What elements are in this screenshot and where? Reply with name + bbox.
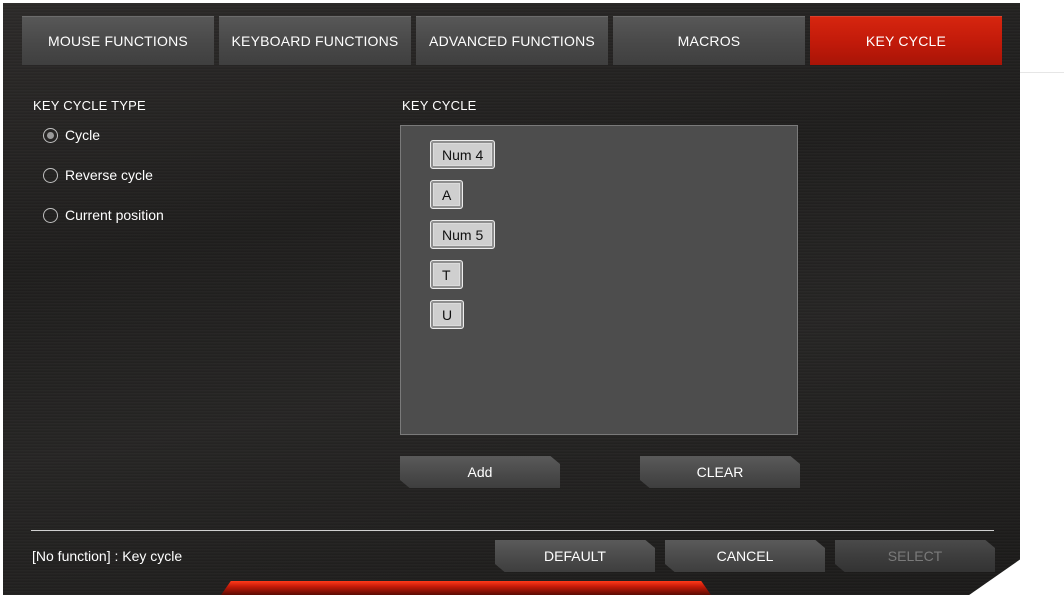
radio-option-current-position[interactable]: Current position (43, 207, 164, 223)
tab-keyboard-functions[interactable]: KEYBOARD FUNCTIONS (219, 16, 411, 65)
radio-option-label: Cycle (65, 127, 101, 143)
tab-key-cycle[interactable]: KEY CYCLE (810, 16, 1002, 65)
key-cap[interactable]: U (430, 300, 465, 329)
radio-button-icon[interactable] (43, 207, 58, 223)
clear-button[interactable]: CLEAR (640, 456, 800, 488)
radio-option-label: Current position (65, 207, 164, 223)
outer-divider-line (1020, 72, 1064, 73)
key-cap[interactable]: T (430, 260, 463, 289)
key-cycle-dialog: MOUSE FUNCTIONS KEYBOARD FUNCTIONS ADVAN… (3, 3, 1020, 595)
radio-button-icon[interactable] (43, 127, 58, 143)
add-button[interactable]: Add (400, 456, 560, 488)
radio-option-label: Reverse cycle (65, 167, 153, 183)
key-cycle-list[interactable]: Num 4 A Num 5 T U (400, 125, 798, 435)
key-cap[interactable]: Num 4 (430, 140, 496, 169)
radio-option-cycle[interactable]: Cycle (43, 127, 100, 143)
status-text: [No function] : Key cycle (32, 548, 183, 564)
key-cycle-heading: KEY CYCLE (402, 98, 477, 113)
bottom-red-glow (221, 581, 711, 595)
key-cycle-type-heading: KEY CYCLE TYPE (33, 98, 146, 113)
key-cap[interactable]: A (430, 180, 464, 209)
select-button[interactable]: SELECT (835, 540, 995, 572)
radio-selected-dot (47, 131, 54, 139)
footer-divider (31, 530, 994, 531)
cancel-button[interactable]: CANCEL (665, 540, 825, 572)
radio-button-icon[interactable] (43, 167, 58, 183)
tab-advanced-functions[interactable]: ADVANCED FUNCTIONS (416, 16, 608, 65)
tab-macros[interactable]: MACROS (613, 16, 805, 65)
default-button[interactable]: DEFAULT (495, 540, 655, 572)
tab-mouse-functions[interactable]: MOUSE FUNCTIONS (22, 16, 214, 65)
key-cap[interactable]: Num 5 (430, 220, 496, 249)
radio-option-reverse-cycle[interactable]: Reverse cycle (43, 167, 153, 183)
